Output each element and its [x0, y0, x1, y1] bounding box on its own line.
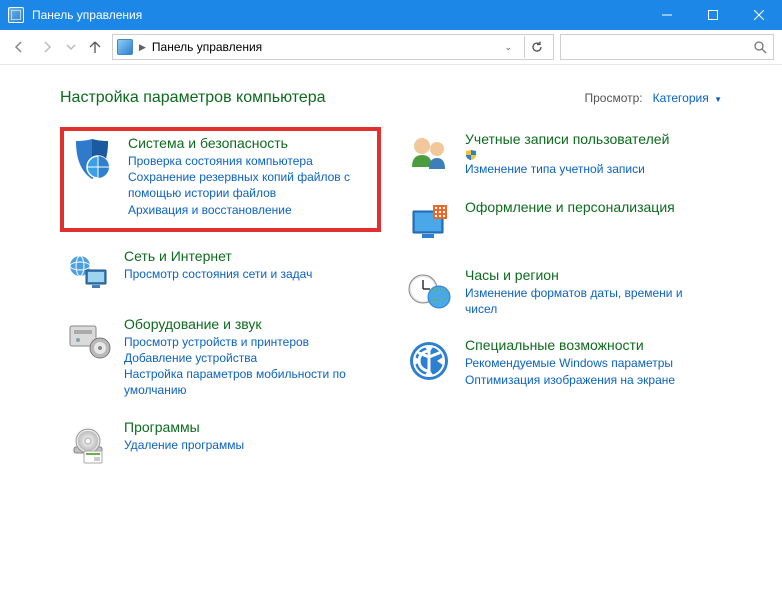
view-by-dropdown[interactable]: Категория ▼ [653, 91, 722, 105]
address-bar[interactable]: ▶ Панель управления ⌄ [112, 34, 554, 60]
category-title[interactable]: Оформление и персонализация [465, 199, 718, 215]
category-title[interactable]: Часы и регион [465, 267, 718, 283]
uac-shield-icon [465, 149, 477, 161]
app-icon [8, 7, 24, 23]
page-title: Настройка параметров компьютера [60, 89, 326, 107]
titlebar: Панель управления [0, 0, 782, 30]
category-title[interactable]: Сеть и Интернет [124, 248, 377, 264]
shield-icon [68, 135, 116, 183]
hardware-icon [64, 316, 112, 364]
view-by: Просмотр: Категория ▼ [584, 91, 722, 105]
close-button[interactable] [736, 0, 782, 30]
category-title[interactable]: Программы [124, 419, 377, 435]
user-accounts-icon [405, 131, 453, 179]
search-input[interactable] [560, 34, 774, 60]
category-link[interactable]: Просмотр устройств и принтеров [124, 334, 377, 350]
address-dropdown[interactable]: ⌄ [500, 42, 516, 53]
category-link[interactable]: Сохранение резервных копий файлов с помо… [128, 169, 373, 201]
forward-button[interactable] [36, 36, 58, 58]
category-link[interactable]: Архивация и восстановление [128, 202, 373, 218]
back-button[interactable] [8, 36, 30, 58]
category-link[interactable]: Рекомендуемые Windows параметры [465, 355, 718, 371]
minimize-button[interactable] [644, 0, 690, 30]
category-link[interactable]: Оптимизация изображения на экране [465, 372, 718, 388]
category-system-security: Система и безопасность Проверка состояни… [60, 127, 381, 232]
programs-icon [64, 419, 112, 467]
window-title: Панель управления [32, 8, 142, 22]
category-clock: Часы и регион Изменение форматов даты, в… [401, 263, 722, 321]
category-link[interactable]: Добавление устройства [124, 350, 377, 366]
category-accounts: Учетные записи пользователей Изменение т… [401, 127, 722, 183]
breadcrumb-separator[interactable]: ▶ [139, 42, 146, 53]
maximize-button[interactable] [690, 0, 736, 30]
category-ease-of-access: Специальные возможности Рекомендуемые Wi… [401, 333, 722, 391]
navigation-bar: ▶ Панель управления ⌄ [0, 30, 782, 65]
clock-icon [405, 267, 453, 315]
refresh-button[interactable] [524, 36, 549, 58]
category-network: Сеть и Интернет Просмотр состояния сети … [60, 244, 381, 300]
category-title[interactable]: Оборудование и звук [124, 316, 377, 332]
category-title[interactable]: Специальные возможности [465, 337, 718, 353]
category-title[interactable]: Учетные записи пользователей [465, 131, 718, 147]
control-panel-icon [117, 39, 133, 55]
category-link[interactable]: Изменение форматов даты, времени и чисел [465, 285, 718, 317]
view-by-label: Просмотр: [584, 91, 642, 105]
up-button[interactable] [84, 36, 106, 58]
category-link[interactable]: Настройка параметров мобильности по умол… [124, 366, 377, 398]
category-link[interactable]: Изменение типа учетной записи [465, 149, 718, 177]
search-icon [753, 40, 767, 54]
breadcrumb-item[interactable]: Панель управления [152, 40, 262, 54]
category-hardware: Оборудование и звук Просмотр устройств и… [60, 312, 381, 403]
content-area: Настройка параметров компьютера Просмотр… [0, 65, 782, 481]
category-link[interactable]: Проверка состояния компьютера [128, 153, 373, 169]
ease-of-access-icon [405, 337, 453, 385]
network-icon [64, 248, 112, 296]
category-link[interactable]: Просмотр состояния сети и задач [124, 266, 377, 282]
category-link[interactable]: Удаление программы [124, 437, 377, 453]
category-appearance: Оформление и персонализация [401, 195, 722, 251]
recent-locations-button[interactable] [64, 36, 78, 58]
category-programs: Программы Удаление программы [60, 415, 381, 471]
appearance-icon [405, 199, 453, 247]
category-title[interactable]: Система и безопасность [128, 135, 373, 151]
